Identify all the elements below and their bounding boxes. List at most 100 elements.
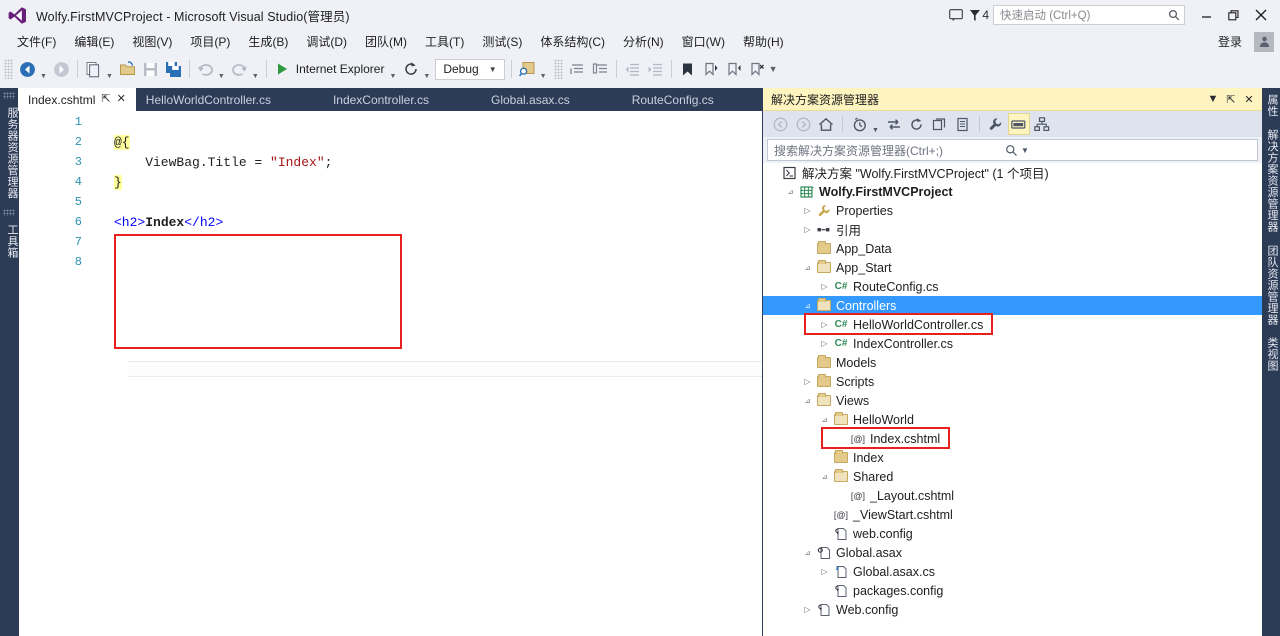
save-icon[interactable]	[139, 57, 162, 81]
open-file-icon[interactable]	[116, 57, 139, 81]
previous-bookmark-icon[interactable]	[699, 57, 722, 81]
document-tab-helloworldcontroller-cs[interactable]: HelloWorldController.cs	[136, 88, 281, 111]
redo-icon[interactable]	[228, 57, 251, 81]
expander-expanded-icon[interactable]: ⊿	[801, 264, 814, 272]
refresh-icon[interactable]	[906, 113, 928, 135]
navigate-back-dropdown-icon[interactable]: ▼	[39, 58, 50, 80]
next-bookmark-icon[interactable]	[722, 57, 745, 81]
tree-node-viewstart-cshtml[interactable]: [@] _ViewStart.cshtml	[763, 505, 1262, 524]
solution-tree[interactable]: 解决方案 "Wolfy.FirstMVCProject" (1 个项目) ⊿ Wol…	[763, 163, 1262, 636]
solution-explorer-search-input[interactable]: 搜索解决方案资源管理器(Ctrl+;) ▼	[767, 139, 1258, 161]
account-icon[interactable]	[1254, 31, 1274, 52]
pending-changes-icon[interactable]	[848, 113, 870, 135]
tree-node-models[interactable]: Models	[763, 353, 1262, 372]
menu-file[interactable]: 文件(F)	[8, 30, 65, 53]
menu-architecture[interactable]: 体系结构(C)	[531, 30, 614, 53]
back-icon[interactable]	[769, 113, 791, 135]
menu-build[interactable]: 生成(B)	[239, 30, 297, 53]
tree-node-wolfy-firstmvcproject[interactable]: ⊿ Wolfy.FirstMVCProject	[763, 182, 1262, 201]
pin-icon[interactable]: ⇱	[1222, 90, 1240, 108]
tree-node-routeconfig-cs[interactable]: ▷ C# RouteConfig.cs	[763, 277, 1262, 296]
toggle-bookmark-icon[interactable]	[676, 57, 699, 81]
toolbar-grip[interactable]	[4, 59, 13, 79]
preview-selected-items-icon[interactable]	[1007, 113, 1030, 135]
sign-in-link[interactable]: 登录	[1206, 33, 1254, 50]
undo-dropdown-icon[interactable]: ▼	[217, 58, 228, 80]
expander-collapsed-icon[interactable]: ▷	[818, 567, 831, 576]
refresh-icon[interactable]	[399, 57, 422, 81]
menu-help[interactable]: 帮助(H)	[734, 30, 793, 53]
tree-node-layout-cshtml[interactable]: [@] _Layout.cshtml	[763, 486, 1262, 505]
redo-dropdown-icon[interactable]: ▼	[251, 58, 262, 80]
expander-collapsed-icon[interactable]: ▷	[801, 225, 814, 234]
quick-launch-input[interactable]: 快速启动 (Ctrl+Q)	[993, 5, 1185, 25]
tree-node-wolfy-firstmvcproject-1[interactable]: 解决方案 "Wolfy.FirstMVCProject" (1 个项目)	[763, 163, 1262, 182]
close-icon[interactable]: ✕	[1240, 90, 1258, 108]
menu-window[interactable]: 窗口(W)	[673, 30, 734, 53]
tree-node-indexcontroller-cs[interactable]: ▷ C# IndexController.cs	[763, 334, 1262, 353]
notification-flag-icon[interactable]: 4	[969, 8, 989, 22]
start-debug-icon[interactable]	[271, 57, 294, 81]
menu-tools[interactable]: 工具(T)	[416, 30, 473, 53]
tree-node-helloworld[interactable]: ⊿ HelloWorld	[763, 410, 1262, 429]
home-icon[interactable]	[815, 113, 837, 135]
collapse-all-icon[interactable]	[929, 113, 951, 135]
document-tab-indexcontroller-cs[interactable]: IndexController.cs	[323, 88, 439, 111]
menu-analyze[interactable]: 分析(N)	[614, 30, 673, 53]
start-target-label[interactable]: Internet Explorer	[294, 62, 389, 76]
expander-collapsed-icon[interactable]: ▷	[818, 339, 831, 348]
code-editor-surface[interactable]: 1 2 3 4 5 6 7 8 @{ ViewBag.Title = "Inde…	[18, 111, 780, 636]
close-button[interactable]	[1247, 3, 1274, 27]
new-project-icon[interactable]	[82, 57, 105, 81]
tree-node-web-config[interactable]: web.config	[763, 524, 1262, 543]
tree-node-global-asax-cs[interactable]: ▷ Global.asax.cs	[763, 562, 1262, 581]
document-tab-global-asax-cs[interactable]: Global.asax.cs	[481, 88, 580, 111]
toolbar-grip-2[interactable]	[553, 59, 563, 79]
right-dock-tab-solution-explorer[interactable]: 解决方案资源管理器	[1262, 123, 1280, 239]
close-tab-icon[interactable]: ✕	[117, 94, 126, 105]
find-in-files-icon[interactable]	[516, 57, 539, 81]
sync-with-active-document-icon[interactable]	[883, 113, 905, 135]
expander-expanded-icon[interactable]: ⊿	[818, 473, 831, 481]
tree-node-helloworldcontroller-cs[interactable]: ▷ C# HelloWorldController.cs	[763, 315, 1262, 334]
expander-expanded-icon[interactable]: ⊿	[784, 188, 797, 196]
undo-icon[interactable]	[194, 57, 217, 81]
menu-debug[interactable]: 调试(D)	[297, 30, 356, 53]
pending-changes-dropdown-icon[interactable]: ▼	[871, 114, 882, 134]
expander-collapsed-icon[interactable]: ▷	[818, 320, 831, 329]
menu-team[interactable]: 团队(M)	[356, 30, 416, 53]
expander-expanded-icon[interactable]: ⊿	[801, 302, 814, 310]
comment-selection-icon[interactable]	[566, 57, 589, 81]
refresh-dropdown-icon[interactable]: ▼	[422, 58, 433, 80]
toolbar-overflow-icon[interactable]: ▼	[769, 64, 778, 74]
tree-node-packages-config[interactable]: packages.config	[763, 581, 1262, 600]
tree-node-views[interactable]: ⊿ Views	[763, 391, 1262, 410]
chevron-down-icon[interactable]: ▼	[1018, 146, 1255, 155]
tree-node-properties[interactable]: ▷ Properties	[763, 201, 1262, 220]
clear-bookmarks-icon[interactable]	[745, 57, 768, 81]
minimize-button[interactable]	[1193, 3, 1220, 27]
chevron-down-icon[interactable]: ▼	[1204, 90, 1222, 108]
document-tab-index-cshtml[interactable]: Index.cshtml ⇱ ✕	[18, 88, 136, 111]
tree-node-index[interactable]: Index	[763, 448, 1262, 467]
new-project-dropdown-icon[interactable]: ▼	[105, 58, 116, 80]
right-dock-tab-properties[interactable]: 属性	[1262, 88, 1280, 123]
tree-node-app-data[interactable]: App_Data	[763, 239, 1262, 258]
expander-collapsed-icon[interactable]: ▷	[801, 206, 814, 215]
navigate-forward-icon[interactable]	[50, 57, 73, 81]
expander-collapsed-icon[interactable]: ▷	[801, 605, 814, 614]
find-dropdown-icon[interactable]: ▼	[539, 58, 550, 80]
show-all-files-icon[interactable]	[952, 113, 974, 135]
tree-node-shared[interactable]: ⊿ Shared	[763, 467, 1262, 486]
decrease-indent-icon[interactable]	[621, 57, 644, 81]
right-dock-tab-team-explorer[interactable]: 团队资源管理器	[1262, 239, 1280, 332]
restore-button[interactable]	[1220, 3, 1247, 27]
view-class-diagram-icon[interactable]	[1031, 113, 1053, 135]
menu-test[interactable]: 测试(S)	[473, 30, 531, 53]
tree-node-controllers[interactable]: ⊿ Controllers	[763, 296, 1262, 315]
expander-expanded-icon[interactable]: ⊿	[818, 416, 831, 424]
right-dock-tab-class-view[interactable]: 类视图	[1262, 331, 1280, 378]
solution-configuration-select[interactable]: Debug ▼	[435, 58, 505, 80]
expander-expanded-icon[interactable]: ⊿	[801, 549, 814, 557]
properties-icon[interactable]	[985, 113, 1007, 135]
